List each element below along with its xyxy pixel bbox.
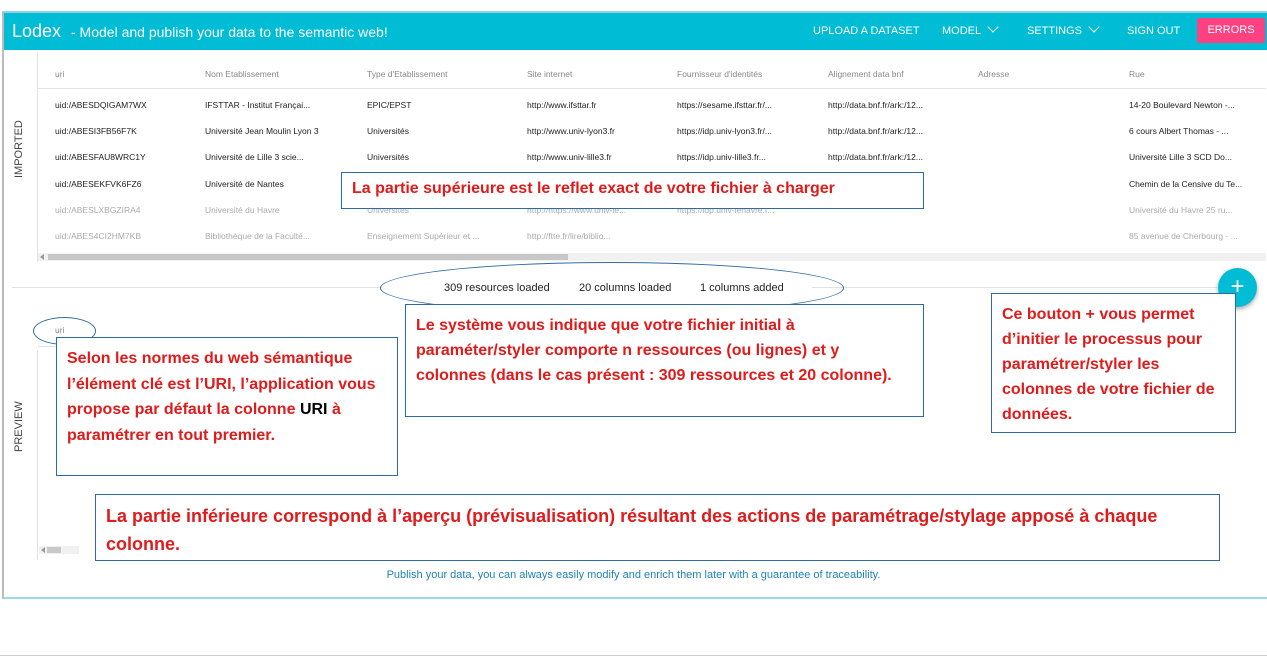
table-cell: Université de Nantes xyxy=(205,179,284,189)
stats-rule-right xyxy=(812,287,1217,288)
table-cell: Université de Lille 3 scie... xyxy=(205,152,304,162)
table-cell: http://www.univ-lille3.fr xyxy=(527,152,612,162)
stats-rule-left xyxy=(12,287,382,288)
table-cell: 85 avenue de Cherbourg - ... xyxy=(1129,231,1238,241)
table-cell: 14-20 Boulevard Newton -... xyxy=(1129,100,1235,110)
table-cell: http://www.ifsttar.fr xyxy=(527,100,597,110)
callout-add-button: Ce bouton + vous permet d’initier le pro… xyxy=(991,293,1236,433)
table-cell: uid:/ABESDQIGAM7WX xyxy=(55,100,147,110)
column-header-site[interactable]: Site internet xyxy=(527,69,572,79)
table-cell: http://data.bnf.fr/ark:/12... xyxy=(828,152,923,162)
settings-menu-label: SETTINGS xyxy=(1027,25,1083,37)
table-cell: http://www.univ-lyon3.fr xyxy=(527,126,615,136)
table-cell: https://sesame.ifsttar.fr/... xyxy=(677,100,772,110)
preview-section-label: PREVIEW xyxy=(13,401,25,452)
scrollbar-thumb[interactable] xyxy=(48,254,568,260)
brand-logo[interactable]: Lodex xyxy=(12,21,61,42)
column-header-alignement[interactable]: Alignement data bnf xyxy=(828,69,904,79)
table-cell: 6 cours Albert Thomas - ... xyxy=(1129,126,1229,136)
table-cell: uid:/ABESLXBGZIRA4 xyxy=(55,205,141,215)
chevron-down-icon xyxy=(987,21,999,33)
scrollbar-thumb[interactable] xyxy=(47,547,61,553)
table-cell: Bibliothèque de la Faculté... xyxy=(205,231,310,241)
model-menu-label: MODEL xyxy=(942,25,982,37)
column-header-nom[interactable]: Nom Etablissement xyxy=(205,69,279,79)
horizontal-scrollbar[interactable] xyxy=(38,253,1266,261)
table-cell: Université Jean Moulin Lyon 3 xyxy=(205,126,319,136)
preview-scrollbar[interactable] xyxy=(39,546,79,554)
table-cell: Enseignement Supérieur et ... xyxy=(367,231,480,241)
table-cell: IFSTTAR - Institut Françai... xyxy=(205,100,311,110)
callout-stats: Le système vous indique que votre fichie… xyxy=(405,304,924,417)
table-cell: Université du Havre xyxy=(205,205,280,215)
table-cell: EPIC/EPST xyxy=(367,100,412,110)
app-bar: Lodex - Model and publish your data to t… xyxy=(4,13,1267,50)
chevron-down-icon xyxy=(1088,21,1100,33)
column-header-fournisseur[interactable]: Fournisseur d'identités xyxy=(677,69,762,79)
settings-menu[interactable]: SETTINGS xyxy=(1027,21,1100,37)
column-header-adresse[interactable]: Adresse xyxy=(978,69,1009,79)
app-tagline: - Model and publish your data to the sem… xyxy=(71,24,388,40)
table-cell: https://idp.univ-lyon3.fr/... xyxy=(677,126,772,136)
scroll-left-icon[interactable] xyxy=(40,254,44,260)
table-cell: uid:/ABESI3FB56F7K xyxy=(55,126,137,136)
errors-button[interactable]: ERRORS xyxy=(1197,18,1265,43)
table-cell: http://ftte.fr/lire/biblio... xyxy=(527,231,611,241)
column-header-rue[interactable]: Rue xyxy=(1129,69,1145,79)
table-cell: http://data.bnf.fr/ark:/12... xyxy=(828,100,923,110)
imported-section-label: IMPORTED xyxy=(13,120,25,178)
preview-header-rule xyxy=(38,346,58,347)
table-cell: Universités xyxy=(367,152,410,162)
page-bottom-rule xyxy=(0,655,1267,656)
table-cell: uid:/ABES4CI2HM7KB xyxy=(55,231,141,241)
imported-divider xyxy=(37,52,38,262)
footer-message: Publish your data, you can always easily… xyxy=(386,569,881,581)
table-cell: uid:/ABESEKFVK6FZ6 xyxy=(55,179,142,189)
table-cell: http://data.bnf.fr/ark:/12... xyxy=(828,126,923,136)
column-header-type[interactable]: Type d'Etablissement xyxy=(367,69,448,79)
callout-uri-text: Selon les normes du web sémantique l’élé… xyxy=(67,350,376,418)
uri-keyword: URI xyxy=(299,401,328,418)
table-cell: Chemin de la Censive du Te... xyxy=(1129,179,1243,189)
callout-uri: Selon les normes du web sémantique l’élé… xyxy=(56,337,398,476)
table-cell: Université du Havre 25 ru... xyxy=(1129,205,1233,215)
upload-dataset-button[interactable]: UPLOAD A DATASET xyxy=(813,25,920,37)
column-header-uri[interactable]: uri xyxy=(55,69,64,79)
callout-bottom-section: La partie inférieure correspond à l’aper… xyxy=(95,494,1220,561)
table-cell: Universités xyxy=(367,126,410,136)
table-cell: Université Lille 3 SCD Do... xyxy=(1129,152,1232,162)
table-cell: uid:/ABESFAU8WRC1Y xyxy=(55,152,146,162)
model-menu[interactable]: MODEL xyxy=(942,21,999,37)
table-cell: https://idp.univ-lille3.fr... xyxy=(677,152,766,162)
header-divider xyxy=(38,88,1266,89)
preview-divider xyxy=(37,350,38,560)
sign-out-button[interactable]: SIGN OUT xyxy=(1127,25,1180,37)
callout-top-section: La partie supérieure est le reflet exact… xyxy=(341,172,924,209)
scroll-left-icon[interactable] xyxy=(41,547,45,553)
